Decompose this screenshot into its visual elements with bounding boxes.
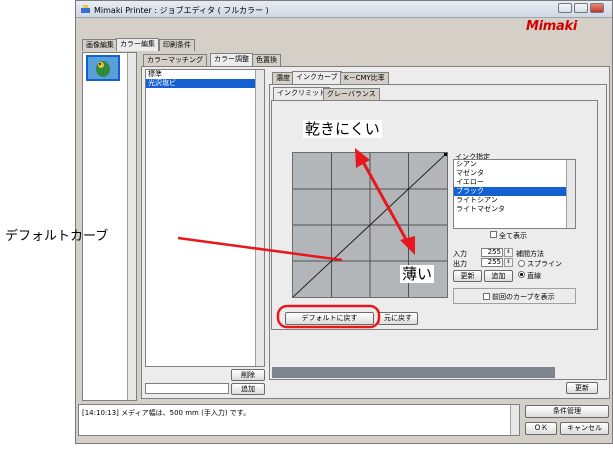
double-arrow-shaft xyxy=(360,159,410,244)
annotation-overlay xyxy=(177,148,415,329)
default-button-highlight xyxy=(276,304,381,329)
up-arrow-head-icon xyxy=(355,148,370,168)
down-arrow-head-icon xyxy=(400,236,415,255)
default-curve-pointer-line xyxy=(177,236,343,262)
